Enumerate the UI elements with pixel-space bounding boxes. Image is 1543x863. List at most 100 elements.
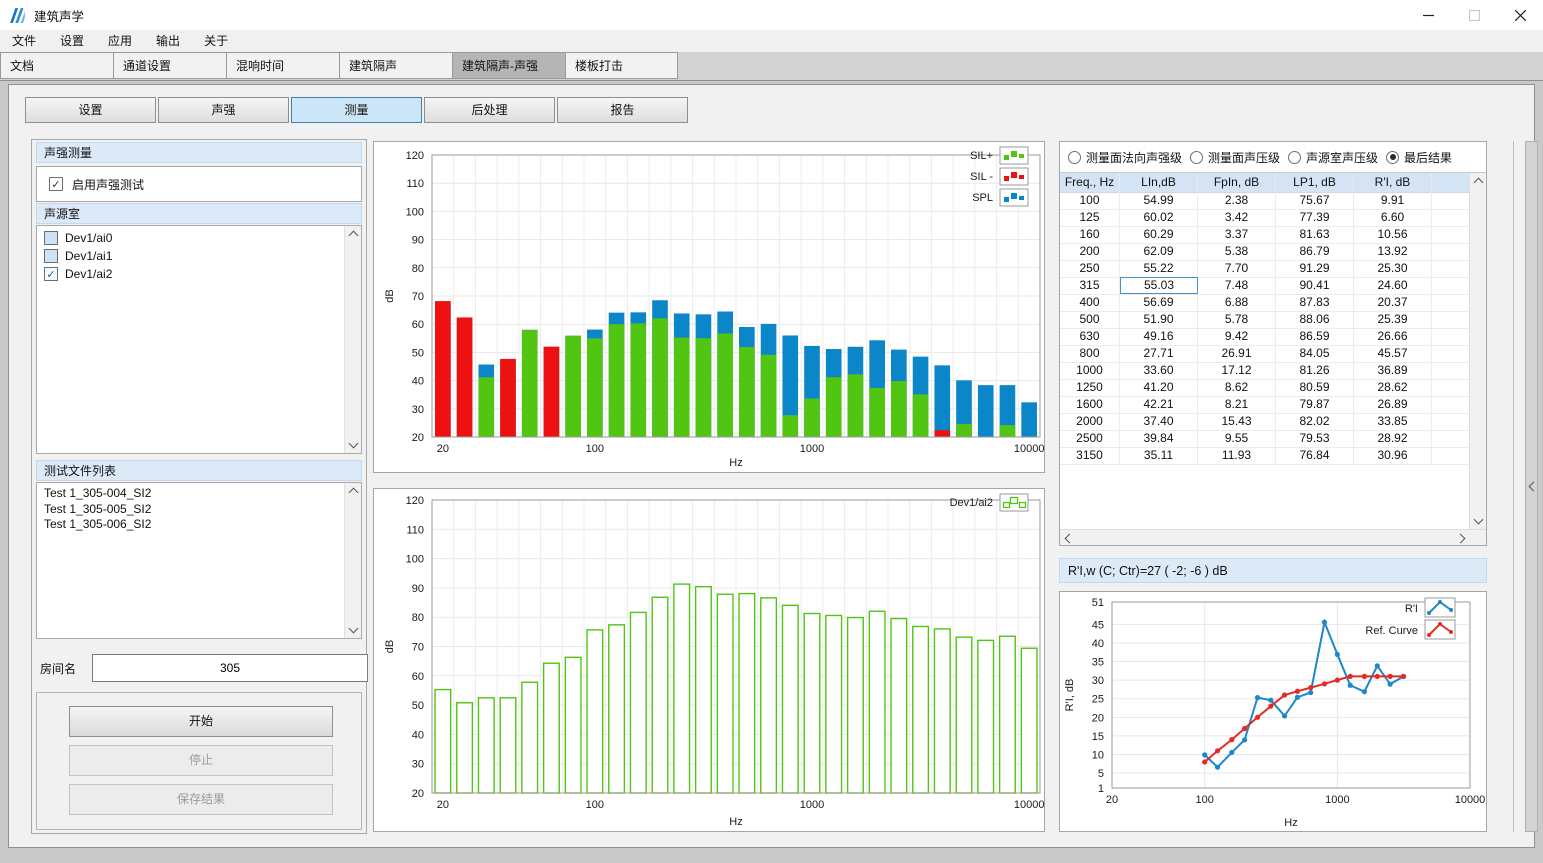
table-cell[interactable]: 3.42	[1198, 209, 1276, 226]
table-cell[interactable]: 8.62	[1198, 379, 1276, 396]
table-cell[interactable]: 2.38	[1198, 192, 1276, 209]
table-cell[interactable]: 45.57	[1354, 345, 1432, 362]
legend-peak-icon[interactable]	[1425, 620, 1455, 639]
enable-intensity-checkbox[interactable]: ✓	[49, 177, 63, 191]
table-cell[interactable]: 5.78	[1198, 311, 1276, 328]
table-cell[interactable]: 9.91	[1354, 192, 1432, 209]
channel-item[interactable]: Dev1/ai0	[37, 229, 344, 247]
table-cell[interactable]: 24.60	[1354, 277, 1432, 294]
table-cell[interactable]: 250	[1060, 260, 1120, 277]
table-cell[interactable]: 79.87	[1276, 396, 1354, 413]
table-cell[interactable]: 15.43	[1198, 413, 1276, 430]
table-cell[interactable]: 39.84	[1120, 430, 1198, 447]
scroll-down-icon[interactable]	[345, 437, 361, 453]
legend-peak-icon[interactable]	[1425, 598, 1455, 617]
tab-建筑隔声[interactable]: 建筑隔声	[339, 52, 452, 79]
scroll-down-icon[interactable]	[1470, 513, 1486, 529]
table-cell[interactable]: 81.63	[1276, 226, 1354, 243]
table-cell[interactable]: 55.22	[1120, 260, 1198, 277]
table-cell[interactable]: 75.67	[1276, 192, 1354, 209]
table-cell[interactable]: 91.29	[1276, 260, 1354, 277]
table-cell[interactable]: 90.41	[1276, 277, 1354, 294]
table-cell[interactable]: 60.02	[1120, 209, 1198, 226]
table-cell[interactable]: 2000	[1060, 413, 1120, 430]
table-cell[interactable]: 37.40	[1120, 413, 1198, 430]
table-cell[interactable]: 8.21	[1198, 396, 1276, 413]
test-file-item[interactable]: Test 1_305-004_SI2	[37, 486, 344, 502]
file-list-scrollbar[interactable]	[344, 483, 361, 638]
channel-list-scrollbar[interactable]	[344, 226, 361, 453]
close-button[interactable]	[1497, 0, 1543, 30]
table-cell[interactable]: 25.30	[1354, 260, 1432, 277]
subtab-后处理[interactable]: 后处理	[424, 97, 555, 123]
table-cell[interactable]: 20.37	[1354, 294, 1432, 311]
start-button[interactable]: 开始	[69, 706, 333, 737]
legend-squares-icon[interactable]	[1000, 494, 1028, 511]
table-cell[interactable]: 60.29	[1120, 226, 1198, 243]
table-cell[interactable]: 400	[1060, 294, 1120, 311]
subtab-报告[interactable]: 报告	[557, 97, 688, 123]
scroll-up-icon[interactable]	[345, 226, 361, 242]
channel-checkbox[interactable]: ✓	[44, 267, 58, 281]
scroll-up-icon[interactable]	[345, 483, 361, 499]
table-cell[interactable]: 41.20	[1120, 379, 1198, 396]
table-cell[interactable]: 17.12	[1198, 362, 1276, 379]
table-cell[interactable]: 125	[1060, 209, 1120, 226]
table-cell[interactable]: 7.48	[1198, 277, 1276, 294]
table-cell[interactable]: 6.88	[1198, 294, 1276, 311]
table-cell[interactable]: 25.39	[1354, 311, 1432, 328]
minimize-button[interactable]	[1405, 0, 1451, 30]
radio-circle-icon[interactable]	[1068, 151, 1081, 164]
table-cell[interactable]: 200	[1060, 243, 1120, 260]
table-cell[interactable]: 81.26	[1276, 362, 1354, 379]
table-cell[interactable]: 86.79	[1276, 243, 1354, 260]
table-cell[interactable]: 26.66	[1354, 328, 1432, 345]
tab-楼板打击[interactable]: 楼板打击	[565, 52, 678, 79]
test-file-item[interactable]: Test 1_305-005_SI2	[37, 502, 344, 518]
tab-文档[interactable]: 文档	[0, 52, 113, 79]
table-cell[interactable]: 26.91	[1198, 345, 1276, 362]
table-cell[interactable]: 87.83	[1276, 294, 1354, 311]
menu-item-设置[interactable]: 设置	[48, 30, 96, 52]
table-cell[interactable]: 35.11	[1120, 447, 1198, 464]
column-header-LIn,dB[interactable]: LIn,dB	[1120, 173, 1198, 192]
subtab-声强[interactable]: 声强	[158, 97, 289, 123]
table-cell[interactable]: 500	[1060, 311, 1120, 328]
table-cell[interactable]: 3.37	[1198, 226, 1276, 243]
table-cell[interactable]: 77.39	[1276, 209, 1354, 226]
tab-混响时间[interactable]: 混响时间	[226, 52, 339, 79]
table-cell[interactable]: 36.89	[1354, 362, 1432, 379]
table-cell[interactable]: 62.09	[1120, 243, 1198, 260]
radio-测量面法向声强级[interactable]: 测量面法向声强级	[1068, 149, 1182, 166]
radio-声源室声压级[interactable]: 声源室声压级	[1288, 149, 1378, 166]
table-cell[interactable]: 315	[1060, 277, 1120, 294]
table-cell[interactable]: 160	[1060, 226, 1120, 243]
table-cell[interactable]: 26.89	[1354, 396, 1432, 413]
menu-item-输出[interactable]: 输出	[144, 30, 192, 52]
table-cell[interactable]: 86.59	[1276, 328, 1354, 345]
table-cell[interactable]: 6.60	[1354, 209, 1432, 226]
scroll-down-icon[interactable]	[345, 622, 361, 638]
legend-bars-icon[interactable]	[1000, 147, 1028, 164]
column-header-Freq., Hz[interactable]: Freq., Hz	[1060, 173, 1120, 192]
table-cell[interactable]: 3150	[1060, 447, 1120, 464]
table-vertical-scrollbar[interactable]	[1469, 173, 1486, 529]
table-cell[interactable]: 27.71	[1120, 345, 1198, 362]
channel-item[interactable]: Dev1/ai1	[37, 247, 344, 265]
table-cell[interactable]: 49.16	[1120, 328, 1198, 345]
scroll-left-icon[interactable]	[1060, 530, 1076, 546]
radio-circle-icon[interactable]	[1386, 151, 1399, 164]
test-file-item[interactable]: Test 1_305-006_SI2	[37, 517, 344, 533]
table-cell[interactable]: 5.38	[1198, 243, 1276, 260]
menu-item-关于[interactable]: 关于	[192, 30, 240, 52]
tab-通道设置[interactable]: 通道设置	[113, 52, 226, 79]
table-cell[interactable]: 1600	[1060, 396, 1120, 413]
table-cell[interactable]: 80.59	[1276, 379, 1354, 396]
subtab-测量[interactable]: 测量	[291, 97, 422, 123]
subtab-设置[interactable]: 设置	[25, 97, 156, 123]
channel-checkbox[interactable]	[44, 249, 58, 263]
table-cell[interactable]: 2500	[1060, 430, 1120, 447]
table-cell[interactable]: 33.60	[1120, 362, 1198, 379]
legend-bars-icon[interactable]	[1000, 189, 1028, 206]
table-cell[interactable]: 1000	[1060, 362, 1120, 379]
